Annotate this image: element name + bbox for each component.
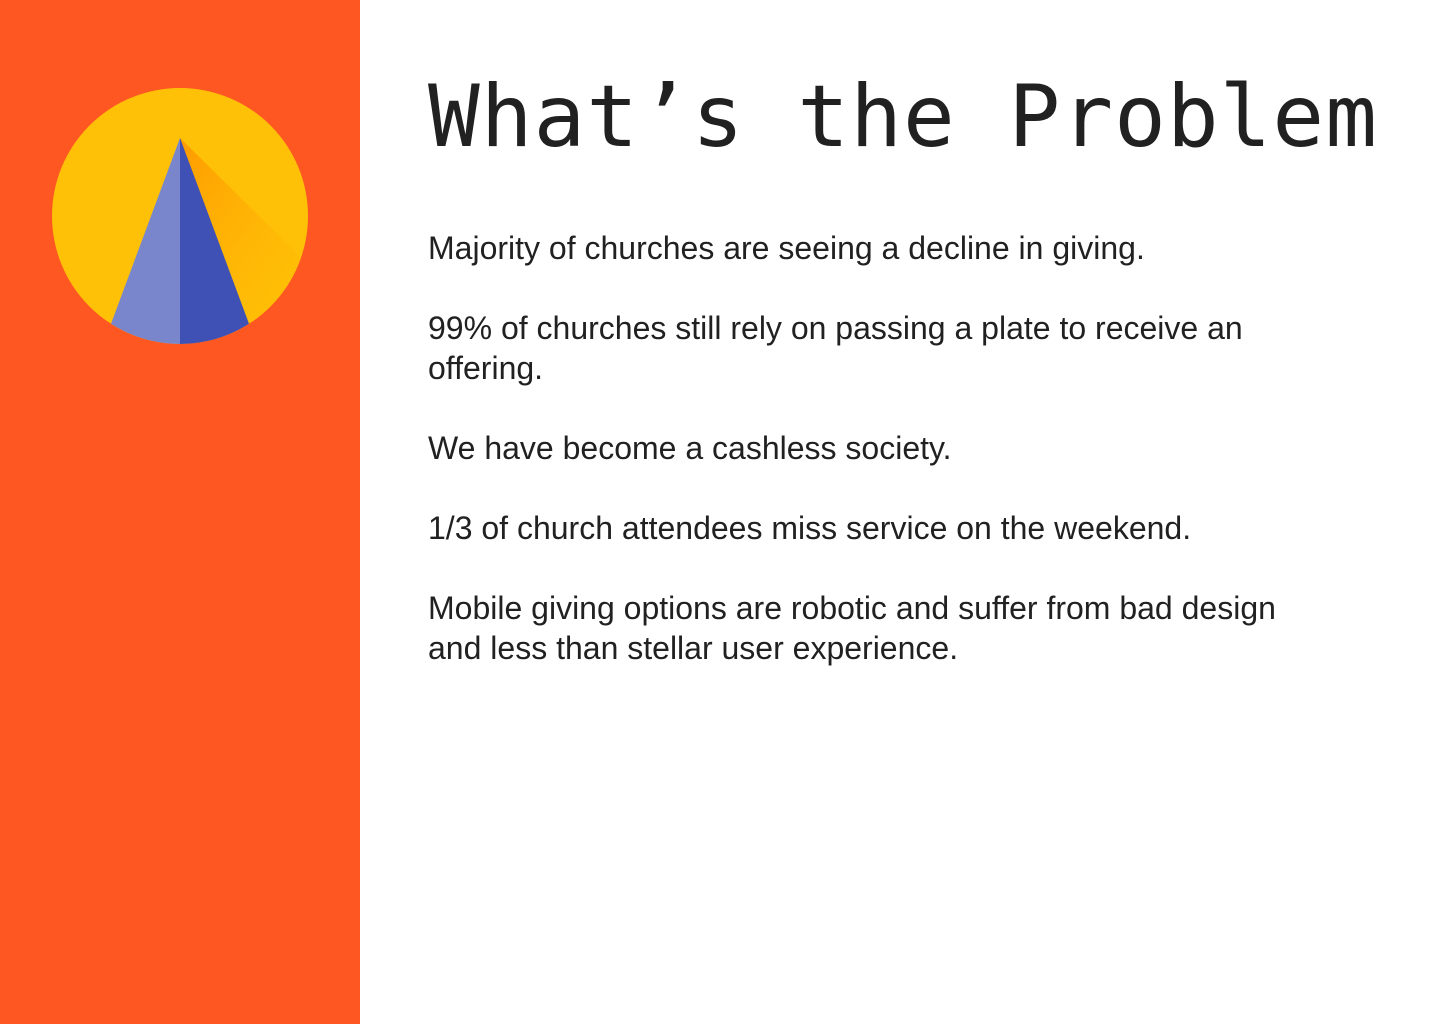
sun-pyramid-logo-icon <box>52 88 308 344</box>
page-title: What’s the Problem <box>428 67 1378 167</box>
list-item: Majority of churches are seeing a declin… <box>428 230 1145 266</box>
sidebar-panel <box>0 0 360 1024</box>
content-area: What’s the Problem Majority of churches … <box>360 0 1440 1024</box>
list-item: 99% of churches still rely on passing a … <box>428 310 1243 386</box>
list-item: Mobile giving options are robotic and su… <box>428 590 1276 666</box>
list-item: 1/3 of church attendees miss service on … <box>428 510 1192 546</box>
problem-list: Majority of churches are seeing a declin… <box>428 228 1328 708</box>
slide: What’s the Problem Majority of churches … <box>0 0 1440 1024</box>
list-item: We have become a cashless society. <box>428 430 952 466</box>
